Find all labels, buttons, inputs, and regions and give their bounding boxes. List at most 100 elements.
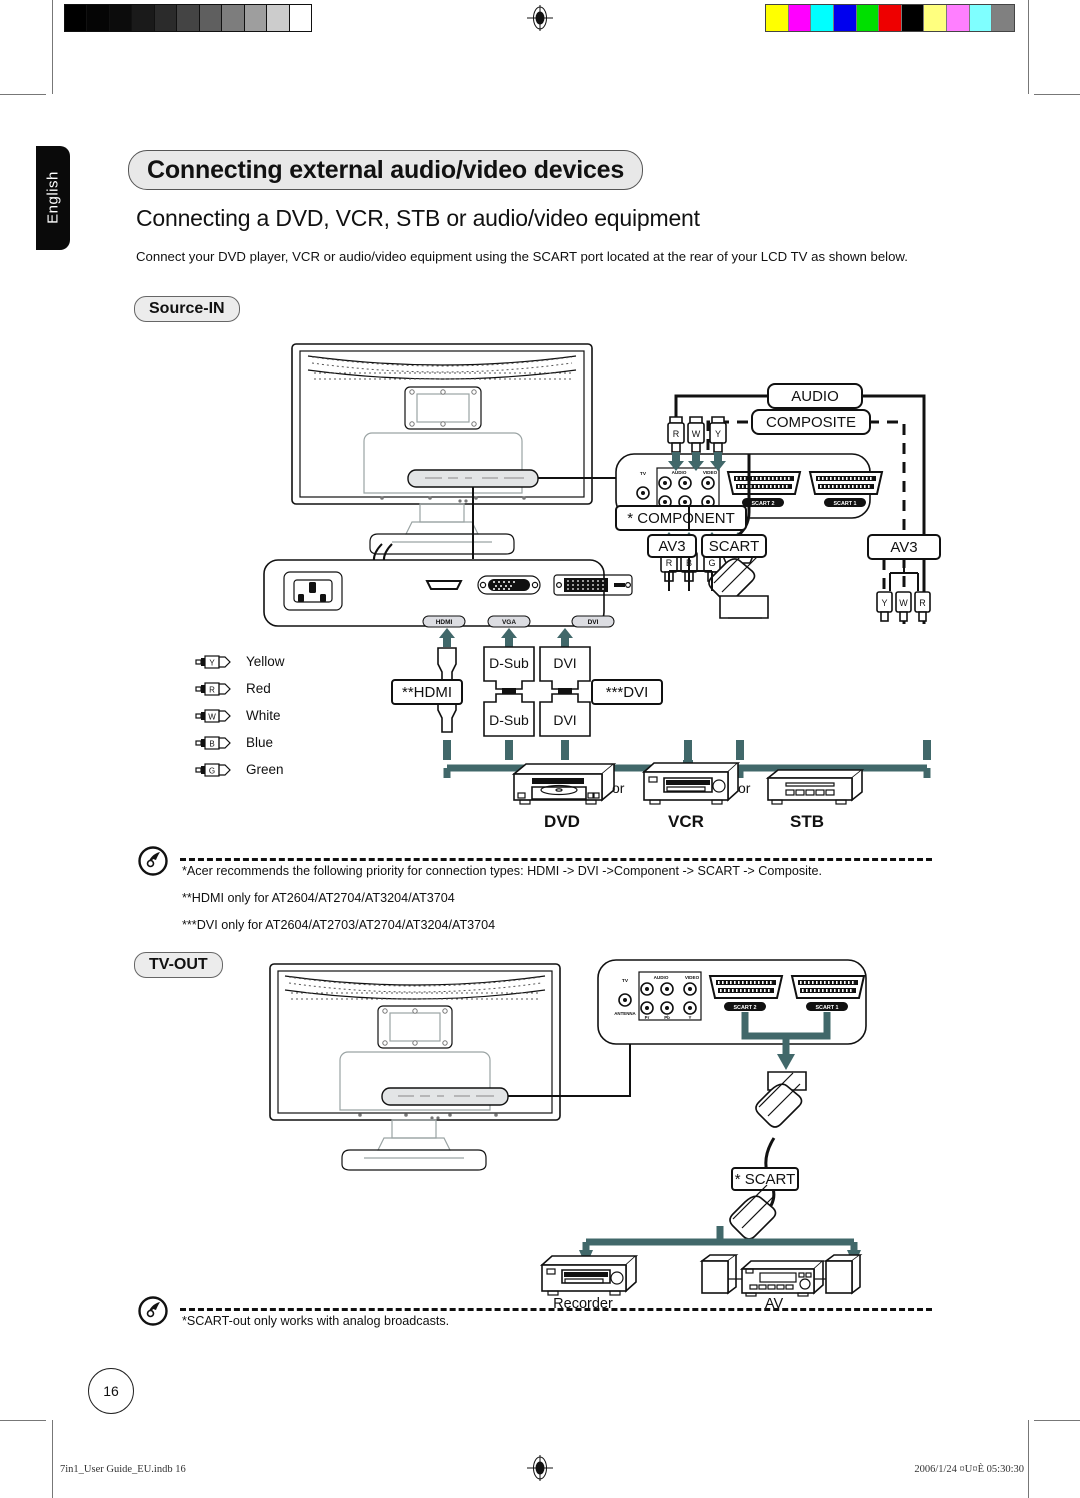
color-swatch [788,5,812,31]
rca-plug-R: R [667,416,685,453]
rca-plug-W3: W [895,591,912,622]
scart-out-cable: * SCART [729,1071,807,1240]
footer-left-text: 7in1_User Guide_EU.indb 16 [60,1464,186,1475]
crop-mark-right-horizontal [1034,94,1080,95]
svg-text:R: R [919,598,926,608]
svg-text:AUDIO: AUDIO [672,470,687,475]
registration-mark-top [527,5,553,31]
color-swatch [969,5,993,31]
hdmi-port [425,580,463,590]
crop-mark-bottom-left-horizontal [0,1420,46,1421]
svg-text:TV: TV [622,978,629,984]
crop-mark-bottom-right-vertical [1028,1420,1029,1498]
or-label-1: or [612,780,625,796]
svg-text:Pr: Pr [645,1015,650,1020]
language-tab: English [36,146,70,250]
svg-text:Y: Y [689,1015,692,1020]
legend-item-blue: B Blue [195,729,285,756]
svg-text:VIDEO: VIDEO [685,975,700,980]
svg-text:* SCART: * SCART [735,1171,796,1188]
color-swatch [833,5,857,31]
tag-dvi: ***DVI [591,679,663,705]
hdmi-cable: **HDMI [391,628,463,733]
dvi-port [553,574,633,596]
svg-text:SCART: SCART [709,538,760,555]
tag-av3-right: AV3 [867,534,941,560]
svg-text:B: B [209,739,214,748]
grayscale-swatch [132,5,155,31]
svg-text:DVI: DVI [588,619,599,626]
color-calibration-bar [765,4,1015,32]
color-legend: Y Yellow R Red W White B Blue G Green [195,648,285,783]
svg-text:SCART 1: SCART 1 [815,1005,838,1011]
language-tab-label: English [44,171,62,224]
rca-plug-R3: R [914,591,931,622]
svg-text:Pb: Pb [664,1015,670,1020]
svg-text:R: R [673,429,680,439]
note-line-2: **HDMI only for AT2604/AT2704/AT3204/AT3… [182,891,455,905]
grayscale-swatch [65,5,88,31]
svg-text:***DVI: ***DVI [606,684,649,701]
svg-text:SCART 1: SCART 1 [833,501,856,507]
svg-text:TV: TV [640,471,647,477]
svg-text:Y: Y [715,429,721,439]
svg-text:ANTENNA: ANTENNA [614,1011,636,1016]
legend-label-red: Red [246,681,271,696]
svg-text:* COMPONENT: * COMPONENT [627,510,735,527]
vcr-illustration [641,762,741,805]
svg-text:W: W [899,598,908,608]
color-swatch [856,5,880,31]
color-swatch [901,5,925,31]
color-swatch [879,5,902,31]
tag-av3-left: AV3 [647,534,697,558]
device-row-tvout [520,1253,863,1299]
rca-plug-W: W [687,416,705,453]
note-line-3: ***DVI only for AT2604/AT2703/AT2704/AT3… [182,918,496,932]
rca-plug-icon: Y [195,654,232,669]
legend-item-white: W White [195,702,285,729]
svg-text:R: R [666,558,673,568]
grayscale-swatch [222,5,245,31]
svg-text:SCART 2: SCART 2 [751,501,774,507]
svg-text:VGA: VGA [502,619,516,626]
svg-text:W: W [692,429,701,439]
tag-scart: SCART [701,534,767,558]
svg-text:AUDIO: AUDIO [791,388,839,405]
svg-text:DVI: DVI [553,655,576,671]
chapter-title: Connecting external audio/video devices [128,150,644,190]
stb-illustration [765,769,865,805]
port-label-hdmi: HDMI [422,615,466,628]
page-number: 16 [88,1368,134,1414]
color-swatch [811,5,834,31]
svg-text:AV3: AV3 [658,538,685,555]
device-caption-dvd: DVD [544,812,580,831]
svg-text:Y: Y [881,598,887,608]
registration-mark-bottom [527,1455,553,1481]
svg-text:DVI: DVI [553,712,576,728]
svg-text:COMPOSITE: COMPOSITE [766,414,856,431]
rca-plug-group-top: R W Y [667,416,727,471]
device-caption-vcr: VCR [668,812,704,831]
grayscale-swatch [199,5,223,31]
crop-mark-right-vertical [1028,0,1029,94]
or-label-2: or [738,780,751,796]
svg-text:G: G [209,766,215,775]
color-swatch [924,5,948,31]
note-line-1: *SCART-out only works with analog broadc… [182,1314,450,1328]
tag-component: * COMPONENT [615,505,747,531]
section-title: Connecting a DVD, VCR, STB or audio/vide… [136,205,700,231]
tv-port-panel: HDMI VGA DVI [263,559,633,628]
port-label-dvi: DVI [571,615,615,628]
svg-text:R: R [209,685,215,694]
dsub-cable: D-Sub D-Sub [483,628,535,737]
grayscale-swatch [244,5,268,31]
crop-mark-left-horizontal [0,94,46,95]
rca-plug-Y: Y [709,416,727,453]
legend-item-yellow: Y Yellow [195,648,285,675]
device-row-source [500,760,880,812]
av-system-illustration [699,1254,863,1297]
tv-rear-illustration-2 [269,963,561,1171]
grayscale-swatch [177,5,200,31]
rca-plug-icon: R [195,681,232,696]
note-line-1: *Acer recommends the following priority … [182,864,822,878]
